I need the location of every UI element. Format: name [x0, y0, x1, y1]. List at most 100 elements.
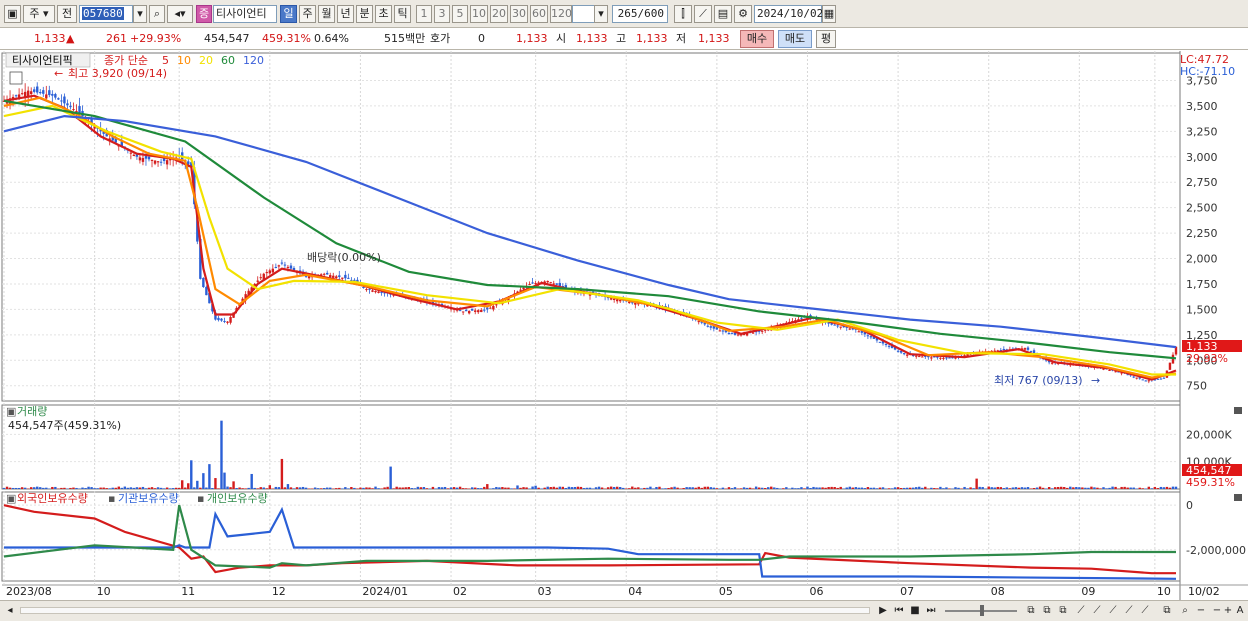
candle-body	[930, 357, 933, 359]
interval-button-30[interactable]: 30	[510, 5, 528, 23]
sell-button[interactable]: 매도	[778, 30, 812, 48]
gear-icon[interactable]: ⚙	[734, 5, 752, 23]
volume-bar	[872, 487, 876, 489]
step-back-icon[interactable]: ⏮	[892, 604, 906, 618]
period-button-6[interactable]: 틱	[394, 5, 411, 23]
volume-bar	[887, 488, 891, 489]
interval-button-120[interactable]: 120	[550, 5, 572, 23]
panel-menu-icon[interactable]	[9, 71, 23, 85]
layout-icon[interactable]: ⧉	[1024, 604, 1038, 618]
period-button-1[interactable]: 주	[299, 5, 316, 23]
volume-panel-close-icon[interactable]	[1234, 407, 1242, 414]
draw-tool-icon-2[interactable]: ⟋	[1090, 604, 1104, 618]
candle-body	[733, 332, 737, 335]
window-menu-icon[interactable]: ▣	[4, 5, 21, 23]
volume-bar	[619, 487, 622, 489]
eval-button[interactable]: 평	[816, 30, 836, 48]
step-forward-icon[interactable]: ⏭	[924, 604, 938, 618]
zoom-slider-handle[interactable]	[980, 605, 984, 616]
search-icon[interactable]: ⌕	[149, 5, 165, 23]
period-button-0[interactable]: 일	[280, 5, 297, 23]
scroll-left-icon[interactable]: ◂	[4, 604, 16, 618]
volume-bar	[612, 486, 616, 489]
draw-tool-icon-4[interactable]: ⟋	[1122, 604, 1136, 618]
zoom-out-icon[interactable]: −	[1194, 604, 1208, 618]
zoom-in-icon[interactable]: +	[1222, 604, 1234, 618]
volume-bar	[159, 487, 163, 489]
period-button-4[interactable]: 분	[356, 5, 373, 23]
save-icon[interactable]: ▤	[714, 5, 732, 23]
volume-bar	[857, 487, 861, 489]
chart-background	[0, 51, 1248, 600]
volume-bar	[924, 486, 927, 489]
interval-button-20[interactable]: 20	[490, 5, 508, 23]
interval-dropdown-icon[interactable]: ▾	[594, 5, 608, 23]
sound-icon[interactable]: ◂▾	[167, 5, 193, 23]
draw-tool-icon-3[interactable]: ⟋	[1106, 604, 1120, 618]
volume-bar	[754, 486, 758, 489]
ma-legend-10: 10	[177, 54, 191, 67]
volume-bar	[60, 487, 63, 489]
period-button-3[interactable]: 년	[337, 5, 354, 23]
volume-bar	[896, 487, 900, 489]
price-tick-label: 2,500	[1186, 202, 1218, 215]
volume-current-pct: 459.31%	[1186, 476, 1235, 489]
volume-bar	[322, 488, 326, 489]
play-icon[interactable]: ▶	[876, 604, 890, 618]
volume-bar	[247, 487, 250, 489]
volume-bar	[851, 487, 854, 489]
count-field[interactable]: 265/600	[612, 5, 668, 23]
date-field[interactable]: 2024/10/02	[754, 5, 823, 23]
volume-bar	[187, 483, 190, 489]
drawing-tool-icon[interactable]: ⟋	[694, 5, 712, 23]
volume-bar	[54, 486, 57, 489]
candle-icon[interactable]: ⫿	[674, 5, 692, 23]
draw-tool-icon-5[interactable]: ⟋	[1138, 604, 1152, 618]
candle-body	[833, 324, 836, 326]
stock-name-field[interactable]: 티사이언티	[213, 5, 277, 23]
volume-bar	[676, 487, 679, 489]
volume-bar	[23, 487, 27, 489]
volume-bar	[1093, 487, 1096, 489]
volume-bar	[5, 486, 9, 489]
volume-bar	[205, 487, 208, 489]
volume-bar	[776, 487, 779, 489]
candle-body	[848, 328, 851, 330]
interval-button-3[interactable]: 3	[434, 5, 450, 23]
volume-bar	[803, 488, 806, 489]
zoom-search-icon[interactable]: ⌕	[1178, 604, 1192, 618]
scroll-track[interactable]	[20, 607, 870, 614]
stop-icon[interactable]: ■	[908, 604, 922, 618]
chart-area[interactable]: 2023/08 10 11 12 2024/01 02 03 04 05 06 07 08 09 10 10…	[0, 51, 1248, 600]
code-input[interactable]: 057680	[79, 5, 133, 23]
volume-bar	[600, 487, 604, 489]
candle-body	[549, 282, 552, 284]
font-size-icon[interactable]: A	[1234, 604, 1246, 618]
interval-button-1[interactable]: 1	[416, 5, 432, 23]
volume-bar	[1168, 487, 1172, 489]
interval-button-5[interactable]: 5	[452, 5, 468, 23]
period-button-5[interactable]: 초	[375, 5, 392, 23]
volume-bar	[144, 488, 148, 489]
ma-label: 종가 단순	[104, 54, 148, 67]
volume-bar	[905, 487, 909, 489]
period-button-2[interactable]: 월	[318, 5, 335, 23]
draw-tool-icon[interactable]: ⟋	[1074, 604, 1088, 618]
chart-scrollbar[interactable]: ◂ ▶ ⏮ ■ ⏭ ⧉ ⧉ ⧉ ⟋ ⟋ ⟋ ⟋ ⟋ ⧉ ⌕ − − + A	[0, 600, 1248, 621]
volume-bar	[392, 488, 395, 489]
layout-icon-3[interactable]: ⧉	[1056, 604, 1070, 618]
all-button[interactable]: 전	[57, 5, 77, 23]
calendar-icon[interactable]: ▦	[822, 5, 836, 23]
x-tick-label: 06	[809, 585, 823, 598]
interval-button-60[interactable]: 60	[530, 5, 548, 23]
screenshot-icon[interactable]: ⧉	[1160, 604, 1174, 618]
code-dropdown-icon[interactable]: ▾	[133, 5, 147, 23]
candle-body	[939, 357, 942, 359]
holdings-panel-close-icon[interactable]	[1234, 494, 1242, 501]
volume-bar	[1141, 488, 1144, 489]
buy-button[interactable]: 매수	[740, 30, 774, 48]
interval-button-10[interactable]: 10	[470, 5, 488, 23]
period-select[interactable]: 주 ▾	[23, 5, 55, 23]
layout-icon-2[interactable]: ⧉	[1040, 604, 1054, 618]
candle-body	[857, 331, 861, 333]
